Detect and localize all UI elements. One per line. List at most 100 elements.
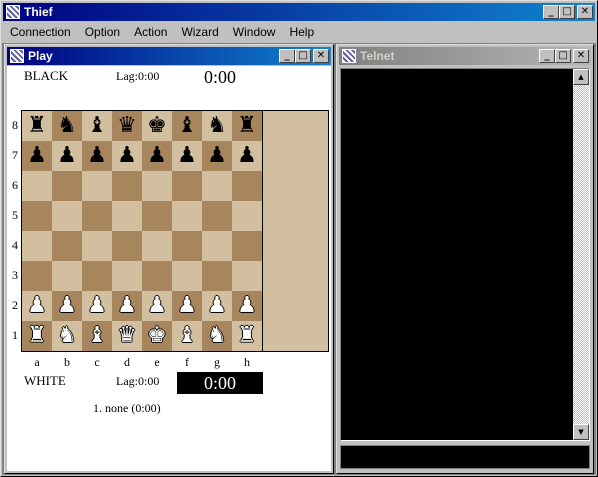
black-piece-d7[interactable]: ♟ <box>117 143 137 168</box>
black-piece-c8[interactable]: ♝ <box>87 113 107 138</box>
white-piece-e1[interactable]: ♚ <box>147 323 167 348</box>
black-piece-c7[interactable]: ♟ <box>87 143 107 168</box>
white-piece-a1[interactable]: ♜ <box>27 323 47 348</box>
white-piece-b1[interactable]: ♞ <box>57 323 77 348</box>
square-b2[interactable]: ♟ <box>52 291 82 321</box>
white-piece-f2[interactable]: ♟ <box>177 293 197 318</box>
square-h6[interactable] <box>232 171 262 201</box>
square-a1[interactable]: ♜ <box>22 321 52 351</box>
menu-help[interactable]: Help <box>281 25 320 39</box>
black-piece-a8[interactable]: ♜ <box>27 113 47 138</box>
square-d4[interactable] <box>112 231 142 261</box>
square-b8[interactable]: ♞ <box>52 111 82 141</box>
close-button[interactable]: ✕ <box>577 5 593 19</box>
square-g5[interactable] <box>202 201 232 231</box>
square-f8[interactable]: ♝ <box>172 111 202 141</box>
white-piece-h2[interactable]: ♟ <box>237 293 257 318</box>
square-g4[interactable] <box>202 231 232 261</box>
square-g7[interactable]: ♟ <box>202 141 232 171</box>
square-f5[interactable] <box>172 201 202 231</box>
square-a7[interactable]: ♟ <box>22 141 52 171</box>
square-b4[interactable] <box>52 231 82 261</box>
white-piece-e2[interactable]: ♟ <box>147 293 167 318</box>
menu-action[interactable]: Action <box>126 25 173 39</box>
play-window-icon[interactable] <box>10 49 24 63</box>
black-piece-h7[interactable]: ♟ <box>237 143 257 168</box>
white-piece-g1[interactable]: ♞ <box>207 323 227 348</box>
square-a2[interactable]: ♟ <box>22 291 52 321</box>
maximize-button[interactable]: □ <box>559 5 575 19</box>
square-e7[interactable]: ♟ <box>142 141 172 171</box>
square-a6[interactable] <box>22 171 52 201</box>
white-piece-g2[interactable]: ♟ <box>207 293 227 318</box>
app-icon[interactable] <box>6 5 20 19</box>
square-c3[interactable] <box>82 261 112 291</box>
telnet-maximize-button[interactable]: □ <box>555 49 571 63</box>
square-a3[interactable] <box>22 261 52 291</box>
scroll-up-button[interactable]: ▲ <box>573 69 589 85</box>
square-d2[interactable]: ♟ <box>112 291 142 321</box>
telnet-minimize-button[interactable]: _ <box>539 49 555 63</box>
white-piece-f1[interactable]: ♝ <box>177 323 197 348</box>
square-g1[interactable]: ♞ <box>202 321 232 351</box>
square-c4[interactable] <box>82 231 112 261</box>
telnet-scrollbar[interactable]: ▲ ▼ <box>573 69 589 440</box>
square-a8[interactable]: ♜ <box>22 111 52 141</box>
black-piece-g8[interactable]: ♞ <box>207 113 227 138</box>
telnet-window-icon[interactable] <box>342 49 356 63</box>
square-h5[interactable] <box>232 201 262 231</box>
square-e1[interactable]: ♚ <box>142 321 172 351</box>
menu-connection[interactable]: Connection <box>2 25 77 39</box>
square-f4[interactable] <box>172 231 202 261</box>
square-d1[interactable]: ♛ <box>112 321 142 351</box>
square-a4[interactable] <box>22 231 52 261</box>
app-titlebar[interactable]: Thief _ □ ✕ <box>3 3 595 21</box>
square-c2[interactable]: ♟ <box>82 291 112 321</box>
square-d8[interactable]: ♛ <box>112 111 142 141</box>
white-piece-c2[interactable]: ♟ <box>87 293 107 318</box>
square-d3[interactable] <box>112 261 142 291</box>
menu-window[interactable]: Window <box>225 25 282 39</box>
square-b5[interactable] <box>52 201 82 231</box>
square-f6[interactable] <box>172 171 202 201</box>
square-g6[interactable] <box>202 171 232 201</box>
black-piece-b8[interactable]: ♞ <box>57 113 77 138</box>
black-piece-e8[interactable]: ♚ <box>147 113 167 138</box>
square-f3[interactable] <box>172 261 202 291</box>
menu-wizard[interactable]: Wizard <box>173 25 224 39</box>
square-h4[interactable] <box>232 231 262 261</box>
square-d7[interactable]: ♟ <box>112 141 142 171</box>
white-piece-d1[interactable]: ♛ <box>117 323 137 348</box>
black-piece-h8[interactable]: ♜ <box>237 113 257 138</box>
black-piece-d8[interactable]: ♛ <box>117 113 137 138</box>
play-minimize-button[interactable]: _ <box>279 49 295 63</box>
white-piece-h1[interactable]: ♜ <box>237 323 257 348</box>
black-piece-g7[interactable]: ♟ <box>207 143 227 168</box>
black-piece-b7[interactable]: ♟ <box>57 143 77 168</box>
scroll-down-button[interactable]: ▼ <box>573 424 589 440</box>
white-piece-d2[interactable]: ♟ <box>117 293 137 318</box>
telnet-input[interactable] <box>340 445 590 469</box>
square-c6[interactable] <box>82 171 112 201</box>
white-piece-b2[interactable]: ♟ <box>57 293 77 318</box>
black-piece-a7[interactable]: ♟ <box>27 143 47 168</box>
telnet-close-button[interactable]: ✕ <box>573 49 589 63</box>
square-b1[interactable]: ♞ <box>52 321 82 351</box>
black-piece-e7[interactable]: ♟ <box>147 143 167 168</box>
square-e2[interactable]: ♟ <box>142 291 172 321</box>
black-piece-f8[interactable]: ♝ <box>177 113 197 138</box>
menu-option[interactable]: Option <box>77 25 126 39</box>
square-c1[interactable]: ♝ <box>82 321 112 351</box>
square-g8[interactable]: ♞ <box>202 111 232 141</box>
square-d6[interactable] <box>112 171 142 201</box>
telnet-output[interactable]: ▲ ▼ <box>340 68 590 441</box>
play-maximize-button[interactable]: □ <box>295 49 311 63</box>
square-e3[interactable] <box>142 261 172 291</box>
square-f1[interactable]: ♝ <box>172 321 202 351</box>
square-h7[interactable]: ♟ <box>232 141 262 171</box>
square-h2[interactable]: ♟ <box>232 291 262 321</box>
square-b7[interactable]: ♟ <box>52 141 82 171</box>
square-e5[interactable] <box>142 201 172 231</box>
white-piece-a2[interactable]: ♟ <box>27 293 47 318</box>
square-b6[interactable] <box>52 171 82 201</box>
